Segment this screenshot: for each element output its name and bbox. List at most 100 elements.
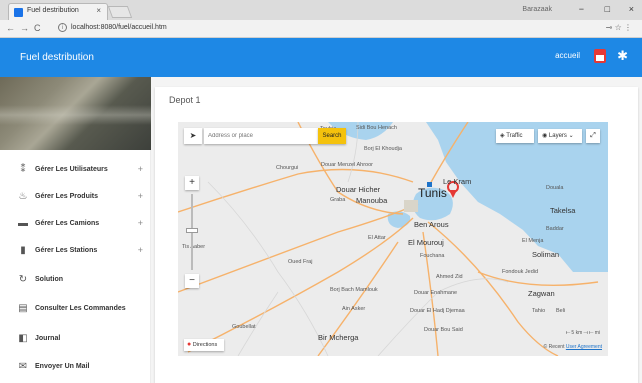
address-bar: ← → C i localhost:8080/fuel/accueil.htm … xyxy=(0,20,642,38)
user-agreement-link[interactable]: User Agreement xyxy=(566,344,602,350)
brand-title[interactable]: Fuel destribution xyxy=(20,52,94,63)
map-label: Tunis xyxy=(418,186,447,200)
forward-icon[interactable]: → xyxy=(20,23,29,33)
map-label: Bir Mcherga xyxy=(318,333,359,342)
tab-title: Fuel destribution xyxy=(27,7,79,14)
sidebar-item-label: Gérer Les Utilisateurs xyxy=(35,166,108,173)
browser-menu-icon[interactable]: ⋮ xyxy=(624,23,632,32)
map-label: Soliman xyxy=(532,250,560,259)
mail-icon: ✉ xyxy=(18,361,28,372)
sidebar-item-orders[interactable]: ▤ Consulter Les Commandes xyxy=(0,297,151,323)
map-label: Tahio xyxy=(532,308,546,314)
map-label: Tis Aaber xyxy=(182,244,206,250)
map-label: El Menja xyxy=(522,238,544,244)
reload-icon[interactable]: C xyxy=(34,23,41,33)
url-text[interactable]: localhost:8080/fuel/accueil.htm xyxy=(71,24,167,31)
map-label: El Mourouj xyxy=(408,238,444,247)
map-label: Douar Bou Said xyxy=(424,327,463,333)
sidebar-item-label: Envoyer Un Mail xyxy=(35,363,90,370)
sidebar-item-label: Consulter Les Commandes xyxy=(35,305,126,312)
map-label: Douar El Hadj Djemaa xyxy=(410,308,465,314)
gear-icon[interactable]: ✱ xyxy=(617,48,628,64)
sidebar-item-stations[interactable]: ▮ Gérer Les Stations + xyxy=(0,239,151,265)
map-canvas[interactable] xyxy=(178,122,608,356)
expand-icon[interactable]: + xyxy=(138,218,143,228)
sidebar-item-label: Journal xyxy=(35,335,61,342)
map-label: Graba xyxy=(330,197,346,203)
map-label: Borj Bach Mamlouk xyxy=(330,287,378,293)
map-label: Goubellat xyxy=(232,324,256,330)
maximize-button[interactable]: □ xyxy=(605,4,610,14)
browser-tab-strip: Fuel destribution × Barazaak − □ × xyxy=(0,0,642,20)
sidebar-item-label: Gérer Les Stations xyxy=(35,247,98,254)
tab-close-icon[interactable]: × xyxy=(96,6,101,15)
traffic-label: Traffic xyxy=(506,133,523,139)
calendar-icon[interactable] xyxy=(594,49,606,63)
new-tab-button[interactable] xyxy=(107,6,133,18)
map-label: Fouchana xyxy=(420,253,445,259)
refresh-icon: ↻ xyxy=(18,274,28,285)
expand-icon[interactable]: + xyxy=(138,164,143,174)
sidebar: ⁑ Gérer Les Utilisateurs + ♨ Gérer Les P… xyxy=(0,77,151,383)
traffic-button[interactable]: ◈ Traffic xyxy=(496,129,534,143)
map-view[interactable]: Toubia Sidi Bou Henach Borj El Khoudja C… xyxy=(178,122,608,356)
zoom-slider-handle[interactable] xyxy=(186,228,198,233)
map-label: Baddar xyxy=(546,226,564,232)
sidebar-item-journal[interactable]: ◧ Journal xyxy=(0,327,151,353)
card-title: Depot 1 xyxy=(169,95,201,105)
map-label: Douar Enahmane xyxy=(414,290,458,296)
map-label: Sidi Bou Henach xyxy=(356,125,397,131)
urban-area xyxy=(404,200,418,212)
map-search-input[interactable] xyxy=(204,128,318,144)
browser-tab[interactable]: Fuel destribution × xyxy=(8,3,108,20)
map-label: Takelsa xyxy=(550,206,576,215)
map-label: Ben Arous xyxy=(414,220,449,229)
sidebar-item-mail[interactable]: ✉ Envoyer Un Mail xyxy=(0,355,151,381)
locate-arrow-icon[interactable]: ➤ xyxy=(184,128,202,144)
sidebar-item-label: Gérer Les Camions xyxy=(35,220,100,227)
map-scale: ⟝ 5 km ⟞ ⟝ mi xyxy=(565,330,600,336)
map-label: Chourgui xyxy=(276,165,299,171)
truck-icon: ▬ xyxy=(18,218,28,229)
layers-label: Layers ⌄ xyxy=(548,133,574,139)
map-label: Beli xyxy=(556,308,566,314)
sidebar-item-label: Solution xyxy=(35,276,63,283)
sidebar-item-solution[interactable]: ↻ Solution xyxy=(0,268,151,294)
back-icon[interactable]: ← xyxy=(6,23,15,33)
gas-station-icon: ▮ xyxy=(20,245,26,256)
tab-favicon-icon xyxy=(14,8,23,17)
fullscreen-icon[interactable]: ⤢ xyxy=(586,129,600,143)
list-icon: ▤ xyxy=(18,303,28,314)
zoom-in-button[interactable]: + xyxy=(185,176,199,190)
url-right-controls: ⊸ ☆ ⋮ xyxy=(606,23,632,32)
expand-icon[interactable]: + xyxy=(138,191,143,201)
map-label: Oued Fraj xyxy=(288,259,313,265)
url-field[interactable]: i localhost:8080/fuel/accueil.htm ⊸ ☆ ⋮ xyxy=(56,22,642,36)
map-label: Ain Asker xyxy=(342,306,366,312)
accueil-link[interactable]: accueil xyxy=(555,51,580,60)
fire-icon: ♨ xyxy=(18,191,28,202)
map-label: Borj El Khoudja xyxy=(364,146,402,152)
close-window-button[interactable]: × xyxy=(629,4,634,14)
key-icon[interactable]: ⊸ xyxy=(606,23,613,32)
layers-button[interactable]: ◉ Layers ⌄ xyxy=(538,129,582,143)
minimize-button[interactable]: − xyxy=(579,4,584,14)
site-info-icon[interactable]: i xyxy=(58,23,67,32)
directions-button[interactable]: ● Directions xyxy=(184,339,224,351)
sidebar-item-products[interactable]: ♨ Gérer Les Produits + xyxy=(0,185,151,211)
expand-icon[interactable]: + xyxy=(138,245,143,255)
map-label: Le Kram xyxy=(443,177,472,186)
sidebar-banner-image xyxy=(0,77,151,150)
journal-icon: ◧ xyxy=(18,333,28,344)
sidebar-item-label: Gérer Les Produits xyxy=(35,193,99,200)
sidebar-item-users[interactable]: ⁑ Gérer Les Utilisateurs + xyxy=(0,158,151,184)
users-icon: ⁑ xyxy=(20,164,26,175)
sidebar-item-trucks[interactable]: ▬ Gérer Les Camions + xyxy=(0,212,151,238)
directions-label: Directions xyxy=(192,342,218,348)
zoom-out-button[interactable]: − xyxy=(185,274,199,288)
bookmark-star-icon[interactable]: ☆ xyxy=(615,23,622,32)
map-label: Fondouk Jedid xyxy=(502,269,539,275)
app-header: Fuel destribution accueil ✱ xyxy=(0,38,642,77)
map-label: Manouba xyxy=(356,196,388,205)
map-search-button[interactable]: Search xyxy=(318,128,346,144)
